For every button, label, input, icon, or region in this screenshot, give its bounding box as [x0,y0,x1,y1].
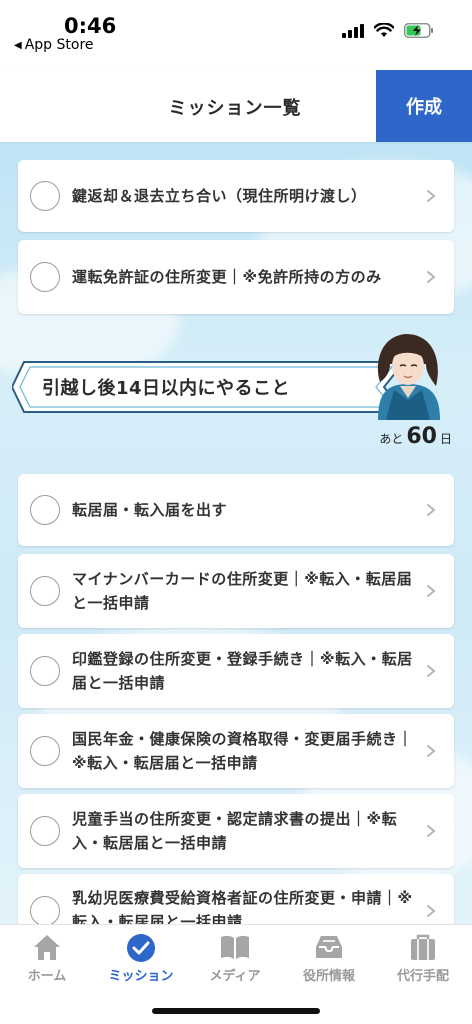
checkbox-circle[interactable] [30,262,60,292]
battery-charging-icon [404,23,433,38]
mission-card[interactable]: 鍵返却＆退去立ち合い（現住所明け渡し） [18,160,454,232]
chevron-right-icon [427,905,436,917]
chevron-right-icon [427,745,436,757]
checkbox-circle[interactable] [30,181,60,211]
remaining-prefix: あと [379,432,404,446]
mission-card[interactable]: 運転免許証の住所変更｜※免許所持の方のみ [18,240,454,314]
chevron-right-icon [427,665,436,677]
tab-label: ミッション [108,969,174,984]
guide-character-avatar [377,334,440,420]
tab-label: メディア [209,969,261,984]
book-icon [221,935,249,959]
create-button[interactable]: 作成 [376,70,472,142]
mission-label: マイナンバーカードの住所変更｜※転入・転居届と一括申請 [72,570,413,612]
tab-mission[interactable]: ミッション [94,933,188,984]
tab-label: ホーム [27,969,67,984]
signal-icon [342,23,364,38]
chevron-right-icon [427,190,436,202]
home-indicator [152,1008,320,1014]
chevron-right-icon [427,825,436,837]
mission-card[interactable]: 児童手当の住所変更・認定請求書の提出｜※転入・転居届と一括申請 [18,794,454,868]
check-circle-icon [127,934,155,962]
chevron-right-icon [427,585,436,597]
chevron-right-icon [427,271,436,283]
chevron-right-icon [427,504,436,516]
tab-label: 代行手配 [396,969,449,984]
status-bar: 0:46 ◀ App Store [0,0,472,70]
remaining-count: 60 [406,424,437,449]
status-icons [342,23,434,38]
section-title: 引越し後14日以内にやること [42,378,291,399]
checkbox-circle[interactable] [30,576,60,606]
remaining-suffix: 日 [439,432,452,446]
back-app-label: App Store [24,37,94,53]
days-remaining: あと 60 日 [379,424,452,449]
mission-label: 児童手当の住所変更・認定請求書の提出｜※転入・転居届と一括申請 [72,810,398,852]
back-to-app-store[interactable]: ◀ App Store [14,37,94,53]
home-icon [34,935,60,960]
tab-media[interactable]: メディア [188,933,282,984]
section-banner: 引越し後14日以内にやること [12,360,412,414]
tab-agency[interactable]: 代行手配 [376,933,470,984]
suitcase-icon [411,934,435,960]
tab-office-info[interactable]: 役所情報 [282,933,376,984]
checkbox-circle[interactable] [30,896,60,924]
mission-card[interactable]: 転居届・転入届を出す [18,474,454,546]
mission-label: 乳幼児医療費受給資格者証の住所変更・申請｜※転入・転居届と一括申請 [72,889,413,924]
tab-home[interactable]: ホーム [0,933,94,984]
inbox-icon [316,936,342,958]
checkbox-circle[interactable] [30,495,60,525]
wifi-icon [374,23,394,37]
status-time: 0:46 [64,14,117,38]
header: ミッション一覧 作成 [0,70,472,142]
mission-label: 転居届・転入届を出す [72,501,228,519]
mission-label: 鍵返却＆退去立ち合い（現住所明け渡し） [72,187,367,205]
mission-label: 運転免許証の住所変更｜※免許所持の方のみ [72,268,382,286]
mission-card[interactable]: 乳幼児医療費受給資格者証の住所変更・申請｜※転入・転居届と一括申請 [18,874,454,924]
mission-card[interactable]: 印鑑登録の住所変更・登録手続き｜※転入・転居届と一括申請 [18,634,454,708]
mission-label: 印鑑登録の住所変更・登録手続き｜※転入・転居届と一括申請 [72,650,413,692]
checkbox-circle[interactable] [30,656,60,686]
mission-list[interactable]: 鍵返却＆退去立ち合い（現住所明け渡し） 運転免許証の住所変更｜※免許所持の方のみ… [0,142,472,924]
mission-card[interactable]: マイナンバーカードの住所変更｜※転入・転居届と一括申請 [18,554,454,628]
mission-label: 国民年金・健康保険の資格取得・変更届手続き｜※転入・転居届と一括申請 [72,730,414,772]
checkbox-circle[interactable] [30,736,60,766]
tab-label: 役所情報 [302,969,355,984]
checkbox-circle[interactable] [30,816,60,846]
back-triangle-icon: ◀ [14,39,22,51]
mission-card[interactable]: 国民年金・健康保険の資格取得・変更届手続き｜※転入・転居届と一括申請 [18,714,454,788]
